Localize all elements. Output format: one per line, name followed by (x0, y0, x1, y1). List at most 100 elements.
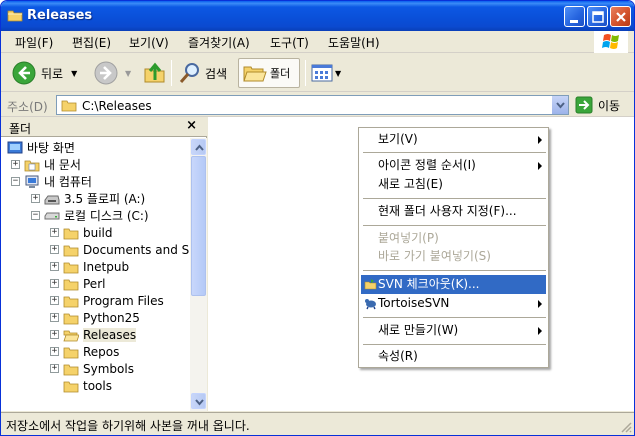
hard-disk-icon (44, 212, 60, 219)
expand-icon[interactable]: + (50, 279, 59, 288)
menu-separator (363, 225, 546, 226)
folder-pane-close-button[interactable]: × (186, 118, 197, 133)
scroll-thumb[interactable] (191, 156, 206, 296)
menu-help[interactable]: 도움말(H) (328, 34, 380, 51)
tree-item-folder[interactable]: + Python25 (50, 309, 140, 326)
back-arrow-icon (12, 61, 36, 85)
expand-icon[interactable]: + (50, 245, 59, 254)
scroll-up-button[interactable] (191, 139, 206, 155)
tree-item-my-documents[interactable]: + 내 문서 (11, 156, 81, 173)
resize-grip-icon[interactable] (620, 421, 632, 433)
tree-item-my-computer[interactable]: − 내 컴퓨터 (11, 173, 92, 190)
ctx-svn-checkout[interactable]: SVN 체크아웃(K)... (361, 275, 546, 294)
close-button[interactable] (610, 6, 631, 27)
title-bar[interactable]: Releases (1, 1, 634, 31)
windows-flag-icon (602, 34, 619, 49)
tree-item-desktop[interactable]: 바탕 화면 (7, 139, 75, 156)
menu-separator (363, 270, 546, 271)
folder-icon (63, 364, 79, 375)
folder-icon (61, 100, 77, 112)
chevron-up-icon (195, 144, 204, 151)
submenu-arrow-icon (538, 300, 542, 308)
up-button[interactable] (143, 59, 167, 87)
expand-icon[interactable]: + (50, 228, 59, 237)
tree-item-folder[interactable]: + Repos (50, 343, 119, 360)
ctx-arrange-icons[interactable]: 아이콘 정렬 순서(I) (361, 156, 546, 175)
floppy-drive-icon (44, 195, 60, 204)
expand-icon[interactable]: + (50, 313, 59, 322)
folders-button[interactable]: 폴더 (238, 58, 300, 88)
toolbar: 뒤로 ▼ ▼ 검색 폴더 ▼ (1, 54, 634, 92)
expand-icon[interactable]: + (50, 364, 59, 373)
views-dropdown-icon[interactable]: ▼ (335, 69, 341, 78)
folder-icon (63, 296, 79, 307)
folder-icon (7, 10, 23, 22)
ctx-customize-folder[interactable]: 현재 폴더 사용자 지정(F)... (361, 202, 546, 221)
folder-icon (63, 228, 79, 239)
ctx-view[interactable]: 보기(V) (361, 130, 546, 149)
expand-icon[interactable]: + (50, 330, 59, 339)
address-dropdown-button[interactable] (551, 96, 568, 114)
tree-item-releases-selected[interactable]: + Releases (50, 326, 137, 343)
views-icon (311, 64, 333, 82)
menu-separator (363, 317, 546, 318)
scroll-down-button[interactable] (191, 393, 206, 409)
minimize-button[interactable] (564, 6, 585, 27)
menu-tools[interactable]: 도구(T) (270, 34, 309, 51)
window-title: Releases (27, 8, 93, 23)
folder-tree: 바탕 화면 + 내 문서 − 내 컴퓨터 + 3.5 플로피 (A:) − 로컬… (1, 138, 190, 411)
menu-favorites[interactable]: 즐겨찾기(A) (188, 34, 250, 51)
menu-view[interactable]: 보기(V) (129, 34, 169, 51)
go-button[interactable]: 이동 (575, 96, 620, 114)
explorer-window: Releases 파일(F) 편집(E) 보기(V) 즐겨찾기(A) 도구(T)… (0, 0, 635, 436)
search-icon (179, 63, 199, 83)
tree-scrollbar[interactable] (190, 138, 207, 411)
documents-folder-icon (24, 160, 40, 171)
tree-item-local-disk-c[interactable]: − 로컬 디스크 (C:) (31, 207, 149, 224)
tree-item-folder[interactable]: + Program Files (50, 292, 164, 309)
chevron-down-icon (195, 399, 204, 406)
submenu-arrow-icon (538, 327, 542, 335)
expand-icon[interactable]: + (50, 296, 59, 305)
windows-logo (594, 31, 628, 53)
back-dropdown-icon[interactable]: ▼ (71, 69, 77, 78)
ctx-refresh[interactable]: 새로 고침(E) (361, 175, 546, 194)
menu-file[interactable]: 파일(F) (15, 34, 53, 51)
expand-icon[interactable]: + (31, 194, 40, 203)
chevron-down-icon (556, 102, 565, 109)
views-button[interactable]: ▼ (311, 59, 341, 87)
tree-item-folder[interactable]: tools (63, 377, 112, 394)
address-input[interactable]: C:\Releases (56, 95, 569, 115)
forward-dropdown-icon[interactable]: ▼ (125, 69, 131, 78)
tree-item-folder[interactable]: + build (50, 224, 113, 241)
folder-icon (63, 347, 79, 358)
status-text: 저장소에서 작업을 하기위해 사본을 꺼내 옵니다. (6, 419, 250, 433)
svn-checkout-icon (364, 279, 377, 290)
tree-item-folder[interactable]: + Perl (50, 275, 105, 292)
tree-item-folder[interactable]: + Symbols (50, 360, 134, 377)
menu-edit[interactable]: 편집(E) (72, 34, 111, 51)
desktop-icon (7, 141, 23, 153)
maximize-button[interactable] (587, 6, 608, 27)
ctx-properties[interactable]: 속성(R) (361, 347, 546, 366)
menu-separator (363, 344, 546, 345)
expand-icon[interactable]: + (11, 160, 20, 169)
expand-icon[interactable]: + (50, 347, 59, 356)
address-bar: 주소(D) C:\Releases 이동 (1, 93, 634, 117)
search-button[interactable]: 검색 (178, 59, 227, 87)
ctx-tortoisesvn[interactable]: TortoiseSVN (361, 294, 546, 313)
folders-label: 폴더 (270, 67, 291, 80)
forward-button[interactable]: ▼ (93, 59, 131, 87)
collapse-icon[interactable]: − (31, 211, 40, 220)
tree-item-folder[interactable]: + Inetpub (50, 258, 129, 275)
back-button[interactable]: 뒤로 ▼ (11, 59, 77, 87)
collapse-icon[interactable]: − (11, 177, 20, 186)
computer-icon (25, 175, 39, 188)
go-arrow-icon (575, 96, 593, 114)
folder-icon (63, 262, 79, 273)
tree-item-folder[interactable]: + Documents and S (50, 241, 189, 258)
expand-icon[interactable]: + (50, 262, 59, 271)
tree-item-floppy[interactable]: + 3.5 플로피 (A:) (31, 190, 145, 207)
go-label: 이동 (598, 98, 621, 113)
ctx-new[interactable]: 새로 만들기(W) (361, 321, 546, 340)
